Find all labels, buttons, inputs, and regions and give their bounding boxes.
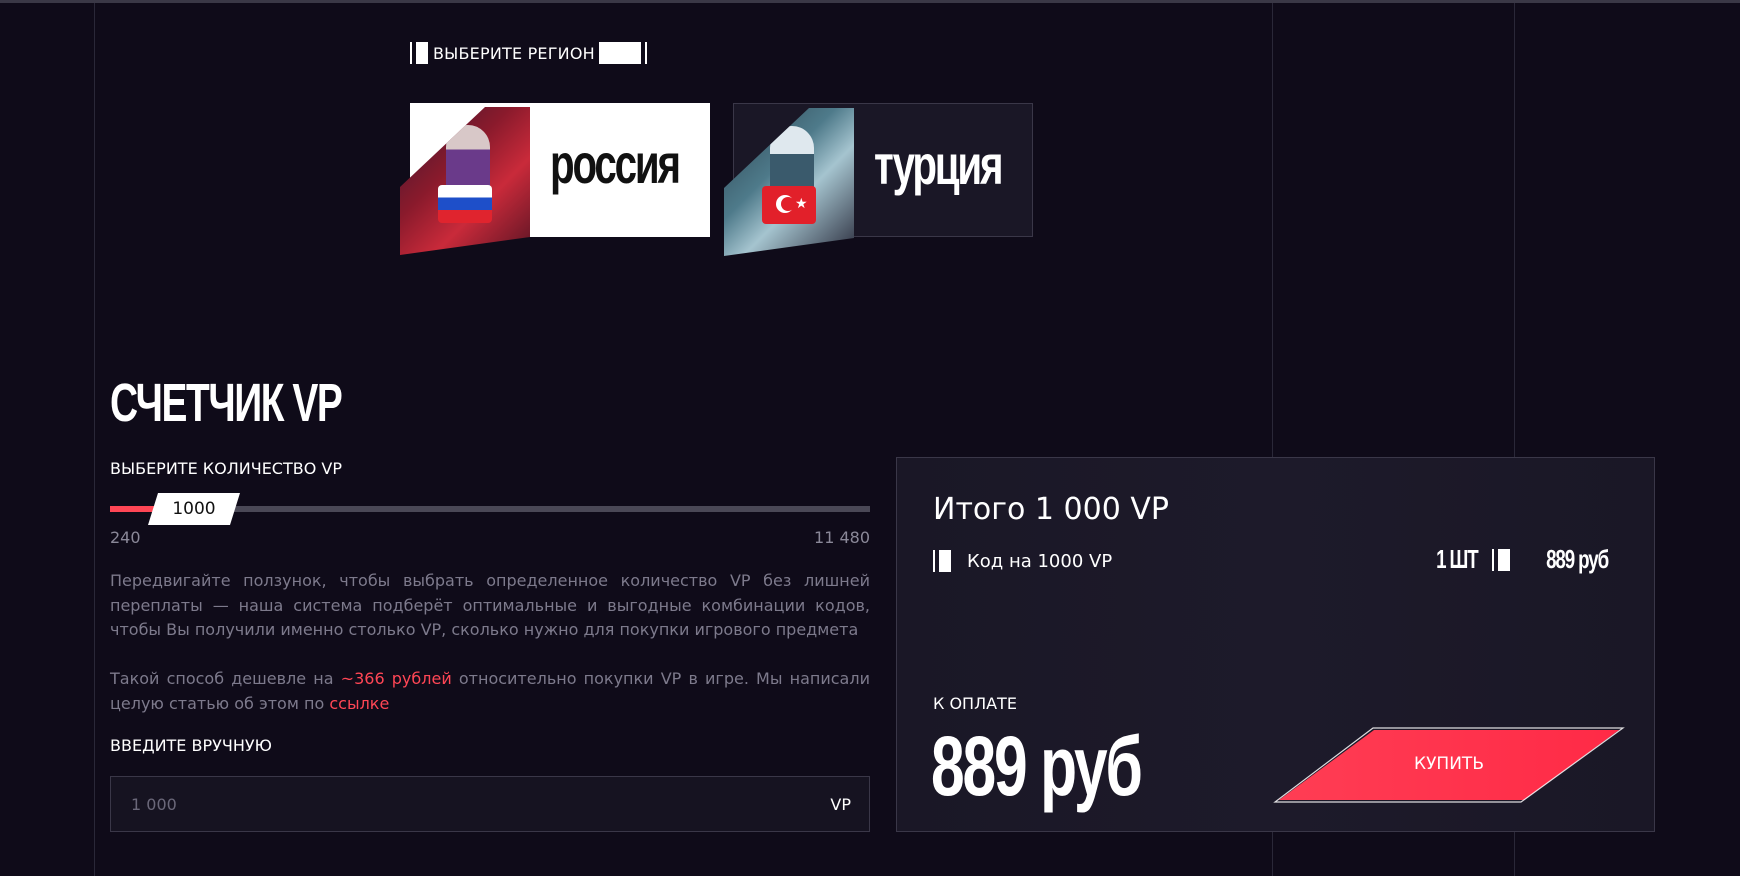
- summary-item: Код на 1000 VP: [933, 550, 1112, 572]
- decor-bar: [598, 42, 641, 64]
- summary-item-qty: 1 ШТ: [1436, 544, 1479, 574]
- vp-unit-label: VP: [830, 794, 851, 814]
- decor-bar: [410, 42, 412, 64]
- summary-item-details: 1 ШТ 889 руб: [1428, 544, 1620, 575]
- manual-input-label: ВВЕДИТЕ ВРУЧНУЮ: [110, 736, 272, 755]
- slider-min-value: 240: [110, 528, 141, 547]
- summary-item-label: Код на 1000 VP: [967, 550, 1113, 572]
- select-amount-label: ВЫБЕРИТЕ КОЛИЧЕСТВО VP: [110, 459, 342, 478]
- turkey-flag-icon: ★: [762, 186, 816, 224]
- order-summary-panel: Итого 1 000 VP Код на 1000 VP 1 ШТ 889 р…: [896, 457, 1655, 832]
- decor-bar: [1491, 548, 1494, 571]
- decor-bar: [644, 42, 647, 64]
- savings-text: Такой способ дешевле на: [110, 669, 341, 688]
- page-title: СЧЕТЧИК VP: [110, 373, 343, 433]
- agent-artwork-image: [400, 107, 530, 255]
- region-option-russia[interactable]: россия: [400, 103, 710, 255]
- article-link[interactable]: ссылке: [329, 694, 389, 713]
- buy-button[interactable]: КУПИТЬ: [1273, 727, 1625, 803]
- slider-description: Передвигайте ползунок, чтобы выбрать опр…: [110, 571, 870, 639]
- summary-title: Итого 1 000 VP: [933, 492, 1169, 527]
- manual-vp-field[interactable]: VP: [110, 776, 870, 832]
- russia-flag-icon: [438, 185, 492, 223]
- region-option-label: турция: [874, 133, 1004, 196]
- agent-artwork-image: [724, 108, 854, 256]
- savings-amount: ~366 рублей: [340, 669, 452, 688]
- grid-line: [94, 3, 95, 876]
- decor-bar: [416, 42, 428, 64]
- decor-bar: [1497, 548, 1510, 571]
- manual-vp-input[interactable]: [129, 793, 831, 815]
- region-label-text: ВЫБЕРИТЕ РЕГИОН: [433, 43, 595, 63]
- vp-slider-handle[interactable]: 1000: [148, 493, 240, 525]
- decor-bar: [939, 550, 951, 572]
- slider-max-value: 11 480: [814, 528, 870, 547]
- savings-description: Такой способ дешевле на ~366 рублей отно…: [110, 667, 870, 716]
- region-label: ВЫБЕРИТЕ РЕГИОН: [410, 42, 647, 64]
- region-option-turkey[interactable]: ★ турция: [724, 103, 1033, 256]
- payment-label: К ОПЛАТЕ: [933, 694, 1017, 713]
- top-border: [0, 0, 1740, 3]
- buy-button-label: КУПИТЬ: [1414, 754, 1484, 774]
- summary-item-price: 889 руб: [1545, 544, 1609, 574]
- payment-total: 889 руб: [931, 719, 1143, 813]
- decor-bar: [933, 550, 935, 572]
- region-option-label: россия: [550, 132, 681, 195]
